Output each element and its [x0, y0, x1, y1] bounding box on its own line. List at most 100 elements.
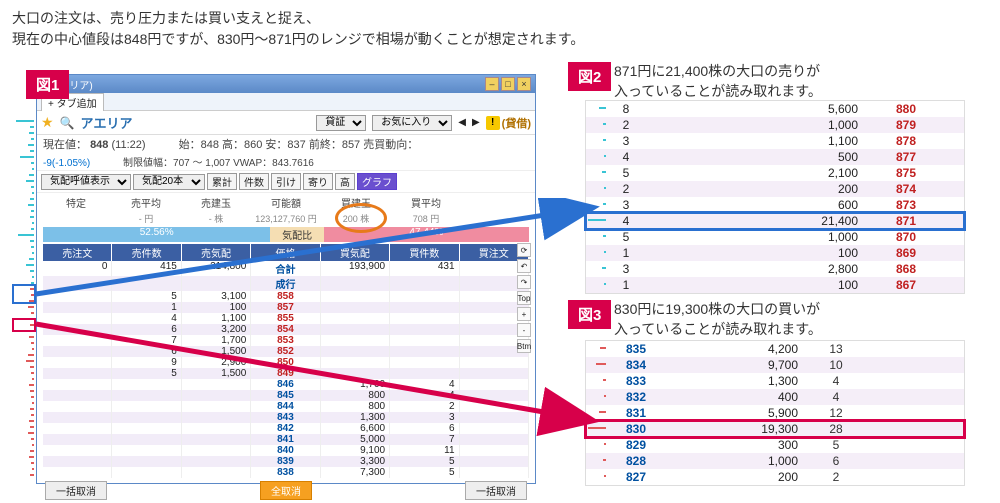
favorite-select[interactable]: お気に入り — [372, 115, 452, 131]
panel3-row: 8272002 — [586, 469, 964, 485]
panel2-row: 85,600880 — [586, 101, 964, 117]
margin-caution: (貸借) — [502, 115, 531, 131]
favorite-star-icon[interactable]: ★ — [41, 114, 54, 131]
scroll-bottom-button[interactable]: Btm — [517, 339, 531, 353]
nav-right-icon[interactable]: ▶ — [472, 117, 480, 128]
panel2-row: 52,100875 — [586, 165, 964, 181]
btn-close[interactable]: 寄り — [303, 173, 333, 190]
panel3-row: 83019,30028 — [586, 421, 964, 437]
panel3-row: 8324004 — [586, 389, 964, 405]
fig1-label: 図1 — [26, 70, 69, 99]
panel2-row: 51,000870 — [586, 229, 964, 245]
btn-high[interactable]: 高 — [335, 173, 355, 190]
bid-row[interactable]: 8415,0007 — [43, 434, 529, 445]
panel3-row: 8281,0006 — [586, 453, 964, 469]
stock-name[interactable]: アエリア — [81, 113, 133, 132]
nav-left-icon[interactable]: ◀ — [458, 117, 466, 128]
display-mode-select[interactable]: 気配呼値表示 — [41, 174, 131, 190]
ask-row[interactable]: 92,900850 — [43, 357, 529, 368]
warning-icon: ! — [486, 116, 500, 130]
scroll-top-button[interactable]: Top — [517, 291, 531, 305]
search-icon[interactable]: 🔍 — [60, 116, 75, 130]
credit-select[interactable]: 貸証 — [316, 115, 366, 131]
order-table-body: 0415214,800合計193,9004310 成行 53,100858 11… — [43, 261, 529, 478]
maximize-icon[interactable]: □ — [501, 77, 515, 91]
ask-row[interactable]: 41,100855 — [43, 313, 529, 324]
ask-row[interactable]: 63,200854 — [43, 324, 529, 335]
panel2-row: 4500877 — [586, 149, 964, 165]
callout3-line2: 入っていることが読み取れます。 — [614, 320, 974, 340]
btn-count[interactable]: 件数 — [239, 173, 269, 190]
panel3-row: 8354,20013 — [586, 341, 964, 357]
highlight-box-blue-small — [12, 284, 36, 304]
panel3-row: 8349,70010 — [586, 357, 964, 373]
highlight-box-red-small — [12, 318, 36, 332]
panel2-row: 3600873 — [586, 197, 964, 213]
panel2-row: 32,800868 — [586, 261, 964, 277]
col-head-4: 可能額 — [251, 195, 321, 210]
ask-row[interactable]: 51,500849 — [43, 368, 529, 379]
ask-row[interactable]: 71,700853 — [43, 335, 529, 346]
bid-row[interactable]: 8426,6006 — [43, 423, 529, 434]
col-head-2: 売平均 — [111, 195, 181, 210]
zoom-out-button[interactable]: - — [517, 323, 531, 337]
refresh-icon[interactable]: ⟳ — [517, 243, 531, 257]
panel-fig3: 8354,20013 8349,70010 8331,3004 8324004 … — [585, 340, 965, 486]
callout2-line1: 871円に21,400株の大口の売りが — [614, 62, 974, 82]
callout2-line2: 入っていることが読み取れます。 — [614, 82, 974, 102]
intro-line1: 大口の注文は、売り圧力または買い支えと捉え、 — [12, 8, 988, 29]
btn-cumulative[interactable]: 累計 — [207, 173, 237, 190]
depth-span-select[interactable]: 気配20本 — [133, 174, 205, 190]
back-icon[interactable]: ↶ — [517, 259, 531, 273]
bid-row[interactable]: 8448002 — [43, 401, 529, 412]
sub-4: 200 株 — [321, 212, 391, 225]
bid-row[interactable]: 8461,7004 — [43, 379, 529, 390]
fwd-icon[interactable]: ↷ — [517, 275, 531, 289]
ask-row[interactable]: 61,500852 — [43, 346, 529, 357]
sub-1: - 円 — [111, 212, 181, 225]
price-change: -9(-1.05%) — [43, 158, 90, 169]
ohlc-row: 始：848 高：860 安：837 前終：857 売買動向： — [179, 139, 419, 151]
panel3-row: 8293005 — [586, 437, 964, 453]
now-label: 現在値： — [43, 139, 87, 151]
panel3-row: 8331,3004 — [586, 373, 964, 389]
col-head-6: 買平均 — [391, 195, 461, 210]
window-titlebar[interactable]: 8 アエリア) – □ × — [37, 75, 535, 93]
fig3-label: 図3 — [568, 300, 611, 329]
order-ratio-bar: 52.56% 気配比 47.44% — [43, 227, 529, 242]
intro-line2: 現在の中心値段は848円ですが、830円～871円のレンジで相場が動くことが想定… — [12, 29, 988, 50]
minimize-icon[interactable]: – — [485, 77, 499, 91]
sub-3: 123,127,760 円 — [251, 212, 321, 225]
btn-graph[interactable]: グラフ — [357, 173, 397, 190]
col-head-1: 特定 — [41, 195, 111, 210]
panel-fig2: 85,600880 21,000879 31,100878 4500877 52… — [585, 100, 965, 294]
fig2-label: 図2 — [568, 62, 611, 91]
cancel-all-button[interactable]: 全取消 — [260, 481, 312, 500]
bid-row[interactable]: 8431,3003 — [43, 412, 529, 423]
now-time: (11:22) — [111, 139, 145, 151]
panel2-row: 1100867 — [586, 277, 964, 293]
cancel-sell-all-button[interactable]: 一括取消 — [45, 481, 107, 500]
market-order-row: 成行 — [43, 276, 529, 291]
bid-row[interactable]: 8387,3005 — [43, 467, 529, 478]
bid-row[interactable]: 8458004 — [43, 390, 529, 401]
panel2-row: 2200874 — [586, 181, 964, 197]
panel2-row: 1100869 — [586, 245, 964, 261]
panel2-row: 421,400871 — [586, 213, 964, 229]
bid-row[interactable]: 8393,3005 — [43, 456, 529, 467]
callout3-line1: 830円に19,300株の大口の買いが — [614, 300, 974, 320]
btn-pull[interactable]: 引け — [271, 173, 301, 190]
panel2-row: 21,000879 — [586, 117, 964, 133]
col-head-3: 売建玉 — [181, 195, 251, 210]
panel3-row: 8315,90012 — [586, 405, 964, 421]
ask-row[interactable]: 1100857 — [43, 302, 529, 313]
order-summary-row: 0415214,800合計193,9004310 — [43, 261, 529, 276]
panel2-row: 31,100878 — [586, 133, 964, 149]
close-icon[interactable]: × — [517, 77, 531, 91]
ask-row[interactable]: 53,100858 — [43, 291, 529, 302]
order-board-window: 8 アエリア) – □ × + タブ追加 ★ 🔍 アエリア 貸証 お気に入り ◀… — [36, 74, 536, 484]
cancel-buy-all-button[interactable]: 一括取消 — [465, 481, 527, 500]
zoom-in-button[interactable]: + — [517, 307, 531, 321]
limit-row: 制限値幅：707 ～ 1,007 VWAP：843.7616 — [123, 158, 314, 169]
bid-row[interactable]: 8409,10011 — [43, 445, 529, 456]
